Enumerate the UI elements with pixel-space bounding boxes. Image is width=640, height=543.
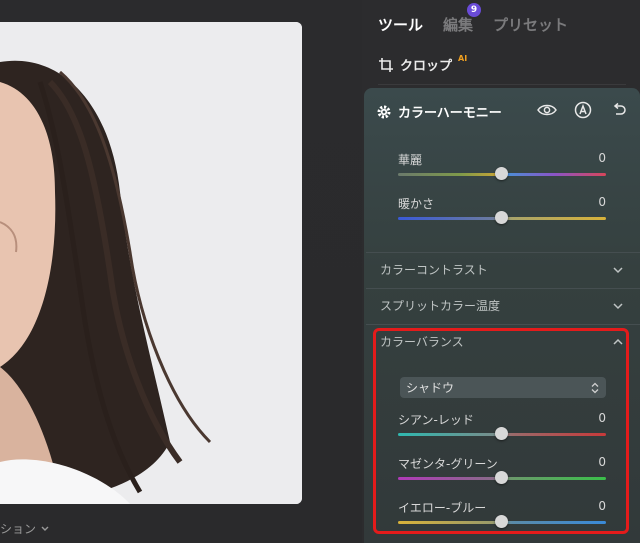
divider — [378, 84, 626, 85]
photo-preview[interactable] — [0, 22, 302, 504]
split-toning-label: スプリットカラー温度 — [380, 299, 501, 313]
canvas-area: ション — [0, 0, 362, 543]
crop-label: クロップ — [400, 59, 453, 74]
color-contrast-row[interactable]: カラーコントラスト — [380, 261, 624, 278]
color-harmony-title: カラーハーモニー — [398, 106, 502, 121]
tab-edit-label: 編集 — [443, 16, 474, 34]
edit-count-badge: 9 — [467, 3, 482, 17]
chevron-down-icon — [613, 266, 623, 273]
ai-badge: AI — [458, 54, 468, 63]
eye-icon — [537, 104, 557, 116]
divider — [366, 324, 640, 325]
warmth-label: 暖かさ — [398, 197, 435, 211]
tab-edit[interactable]: 編集 9 — [443, 3, 482, 35]
crop-icon — [379, 57, 393, 72]
color-contrast-label: カラーコントラスト — [380, 263, 488, 277]
vibrance-label: 華麗 — [398, 153, 423, 167]
auto-icon — [574, 101, 592, 119]
chevron-down-icon — [41, 526, 49, 531]
highlight-box — [373, 328, 629, 534]
reset-button[interactable] — [608, 99, 630, 121]
tab-presets[interactable]: プリセット — [493, 14, 568, 35]
tab-tools[interactable]: ツール — [378, 14, 423, 35]
warmth-thumb[interactable] — [495, 211, 508, 224]
visibility-toggle[interactable] — [536, 99, 558, 121]
divider — [366, 252, 640, 253]
panel-tabs: ツール 編集 9 プリセット — [378, 3, 568, 35]
vibrance-slider[interactable]: 華麗 0 — [398, 151, 606, 180]
undo-icon — [613, 102, 626, 115]
gear-icon — [377, 105, 391, 118]
chevron-down-icon — [613, 302, 623, 309]
warmth-value: 0 — [598, 195, 606, 209]
vibrance-thumb[interactable] — [495, 167, 508, 180]
split-toning-row[interactable]: スプリットカラー温度 — [380, 297, 624, 314]
vibrance-value: 0 — [598, 151, 606, 165]
section-actions — [536, 99, 630, 121]
portrait-image — [0, 22, 302, 504]
color-harmony-header[interactable]: カラーハーモニー — [376, 102, 502, 121]
divider — [366, 288, 640, 289]
view-mode-label[interactable]: ション — [0, 520, 50, 537]
auto-adjust-button[interactable] — [572, 99, 594, 121]
warmth-slider[interactable]: 暖かさ 0 — [398, 195, 606, 224]
crop-tool[interactable]: クロップ AI — [378, 54, 468, 74]
